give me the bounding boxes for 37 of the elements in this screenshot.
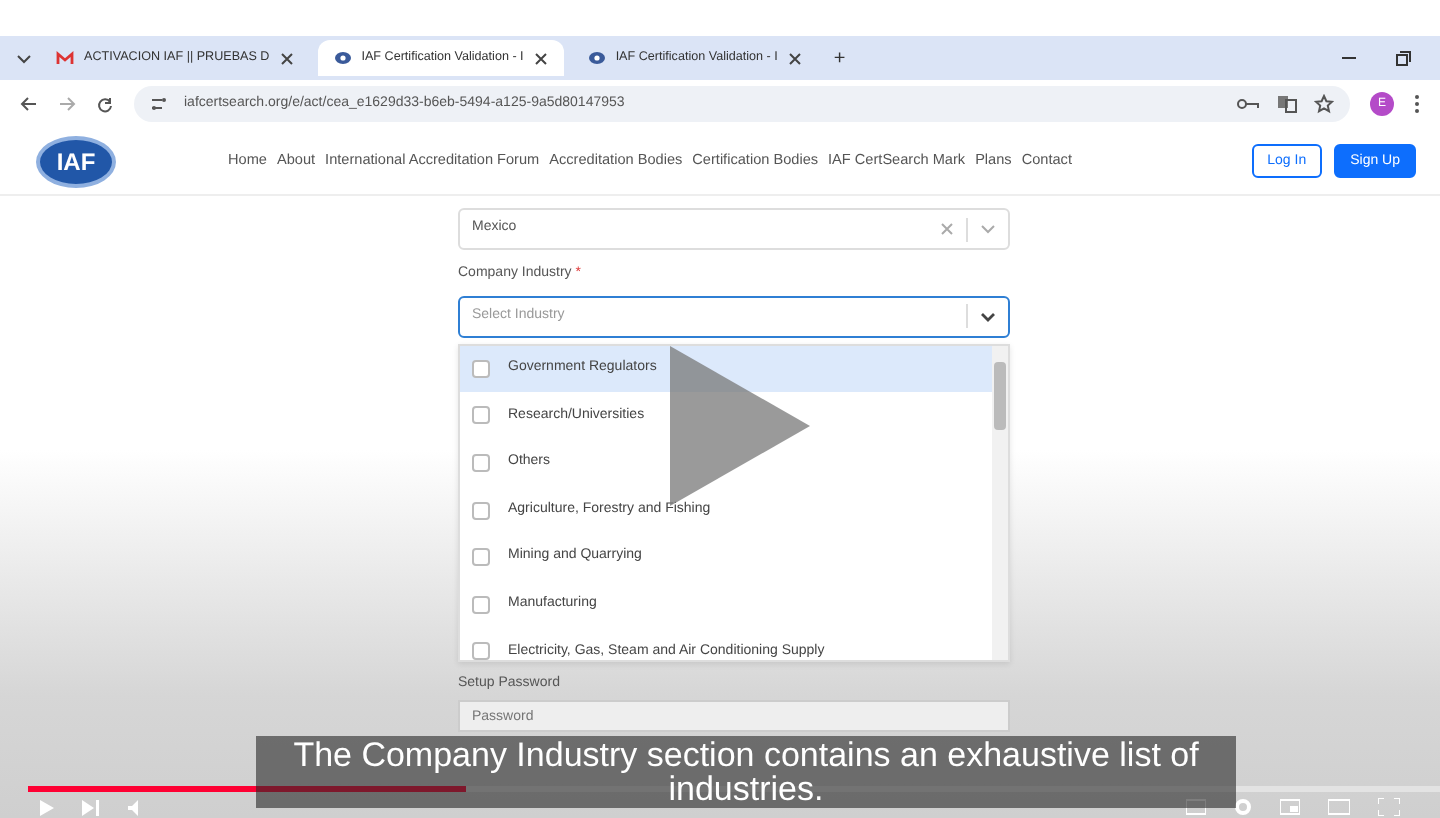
miniplayer-icon[interactable] <box>1280 798 1300 816</box>
subtitles-icon[interactable] <box>1186 798 1206 816</box>
settings-icon[interactable] <box>1234 798 1252 816</box>
checkbox[interactable] <box>472 548 490 567</box>
close-icon[interactable] <box>279 51 294 65</box>
checkbox[interactable] <box>472 642 490 659</box>
volume-icon[interactable] <box>128 799 140 815</box>
mail-icon <box>56 50 74 66</box>
checkbox[interactable] <box>472 501 490 520</box>
clear-icon[interactable] <box>940 222 954 236</box>
star-icon[interactable] <box>1314 94 1334 114</box>
restore-icon[interactable] <box>1394 49 1412 67</box>
close-icon[interactable] <box>533 51 548 65</box>
scrollbar[interactable] <box>992 345 1008 659</box>
site-logo[interactable]: IAF <box>36 135 116 187</box>
forward-icon[interactable] <box>58 96 76 112</box>
reload-icon[interactable] <box>96 95 114 113</box>
close-icon[interactable] <box>787 51 802 65</box>
fullscreen-icon[interactable] <box>1378 798 1400 816</box>
new-tab-button[interactable]: + <box>833 43 846 73</box>
site-settings-icon[interactable] <box>150 96 168 112</box>
play-icon[interactable] <box>40 799 54 815</box>
checkbox[interactable] <box>472 453 490 472</box>
checkbox[interactable] <box>472 406 490 425</box>
more-menu-icon[interactable] <box>1414 94 1420 114</box>
chevron-down-icon[interactable] <box>16 51 32 65</box>
back-icon[interactable] <box>20 96 38 112</box>
eye-icon <box>333 50 352 66</box>
chevron-down-icon[interactable] <box>980 309 996 323</box>
next-icon[interactable] <box>82 799 100 815</box>
checkbox[interactable] <box>472 595 490 614</box>
eye-icon <box>587 50 606 66</box>
translate-icon[interactable] <box>1276 94 1298 114</box>
checkbox[interactable] <box>472 359 490 378</box>
theater-icon[interactable] <box>1328 798 1350 816</box>
video-caption: The Company Industry section contains an exhaustive list of industries. <box>256 736 1236 808</box>
key-icon[interactable] <box>1236 96 1260 112</box>
